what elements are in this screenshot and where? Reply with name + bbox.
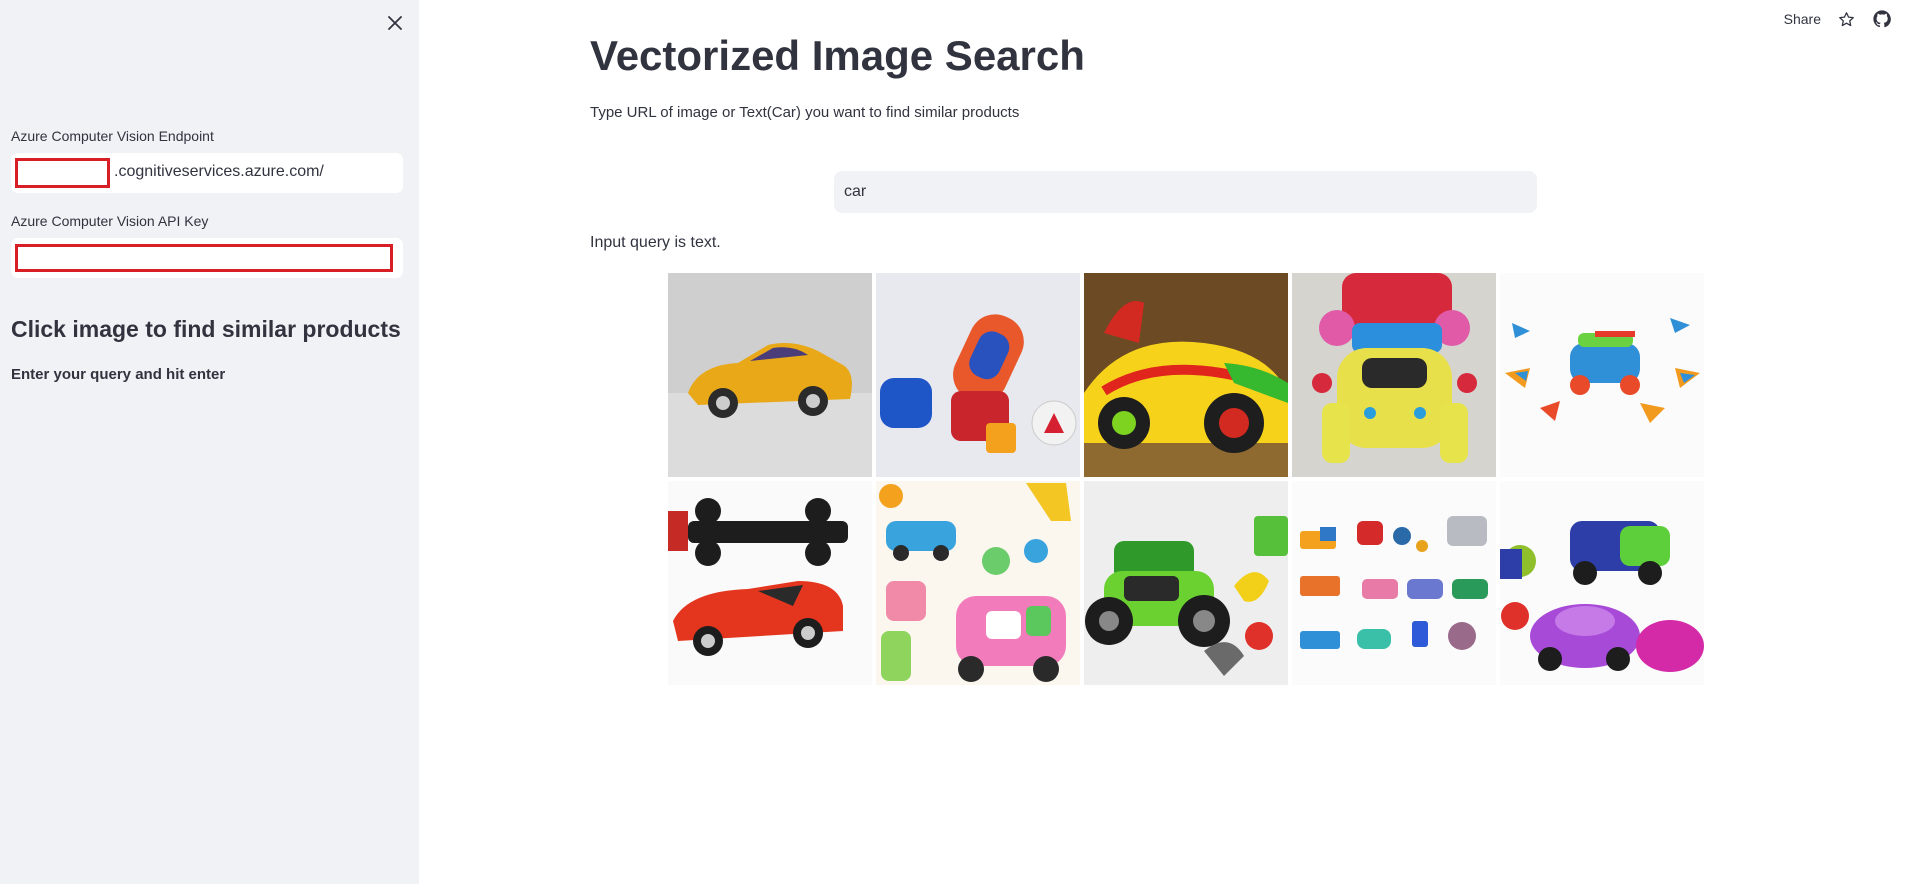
close-icon: [388, 16, 402, 30]
stacked-toy-cars-image: [1292, 273, 1496, 477]
sidebar-subheading: Enter your query and hit enter: [11, 366, 226, 383]
result-image-colorful-toy-planes[interactable]: [1500, 273, 1704, 477]
result-image-race-cars-red-black[interactable]: [668, 481, 872, 685]
page-title: Vectorized Image Search: [590, 32, 1085, 79]
github-icon: [1873, 10, 1891, 28]
app-root: Azure Computer Vision Endpoint .cognitiv…: [0, 0, 1915, 884]
endpoint-field[interactable]: .cognitiveservices.azure.com/: [11, 153, 403, 193]
result-image-stacked-toy-cars[interactable]: [1292, 273, 1496, 477]
endpoint-label: Azure Computer Vision Endpoint: [11, 128, 214, 144]
query-status: Input query is text.: [590, 234, 721, 251]
toy-cars-topdown-image: [876, 273, 1080, 477]
sidebar-close-button[interactable]: [382, 10, 408, 36]
share-button[interactable]: Share: [1784, 11, 1821, 27]
green-race-car-image: [1084, 273, 1288, 477]
result-image-toy-cars-topdown[interactable]: [876, 273, 1080, 477]
result-image-purple-toy-cars[interactable]: [1500, 481, 1704, 685]
github-button[interactable]: [1871, 8, 1893, 30]
result-image-green-race-car[interactable]: [1084, 273, 1288, 477]
api-key-field[interactable]: [11, 238, 403, 278]
toy-cars-collection-image: [1292, 481, 1496, 685]
colorful-toy-planes-image: [1500, 273, 1704, 477]
star-icon: [1838, 11, 1854, 26]
api-key-label: Azure Computer Vision API Key: [11, 213, 209, 229]
endpoint-suffix: .cognitiveservices.azure.com/: [114, 163, 324, 180]
green-toy-tractor-image: [1084, 481, 1288, 685]
star-button[interactable]: [1835, 8, 1857, 30]
top-toolbar: Share: [1784, 8, 1893, 30]
cartoon-pink-car-image: [876, 481, 1080, 685]
search-input[interactable]: [834, 171, 1537, 213]
yellow-toy-car-image: [668, 273, 872, 477]
result-image-toy-cars-collection[interactable]: [1292, 481, 1496, 685]
result-image-yellow-sports-car[interactable]: [668, 273, 872, 477]
race-cars-red-black-image: [668, 481, 872, 685]
page-description: Type URL of image or Text(Car) you want …: [590, 104, 1020, 121]
result-image-cartoon-pink-car[interactable]: [876, 481, 1080, 685]
endpoint-redaction: [15, 158, 110, 188]
purple-toy-cars-image: [1500, 481, 1704, 685]
sidebar: Azure Computer Vision Endpoint .cognitiv…: [0, 0, 419, 884]
sidebar-heading: Click image to find similar products: [11, 316, 401, 342]
results-grid: [668, 273, 1704, 685]
result-image-green-toy-tractor[interactable]: [1084, 481, 1288, 685]
api-key-redaction: [15, 244, 393, 272]
